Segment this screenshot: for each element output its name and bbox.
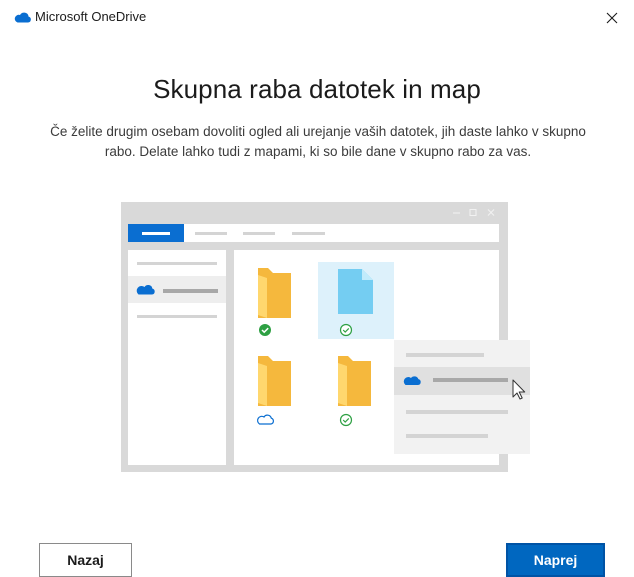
- synced-check-outline-icon: [339, 413, 353, 427]
- folder-icon: [258, 268, 291, 318]
- folder-icon: [258, 356, 291, 406]
- synced-check-outline-icon: [339, 323, 353, 337]
- back-button[interactable]: Nazaj: [39, 543, 132, 577]
- sharing-illustration: [121, 202, 530, 472]
- next-button[interactable]: Naprej: [506, 543, 605, 577]
- synced-check-filled-icon: [259, 324, 271, 336]
- folder-icon: [338, 356, 371, 406]
- file-icon: [338, 269, 373, 314]
